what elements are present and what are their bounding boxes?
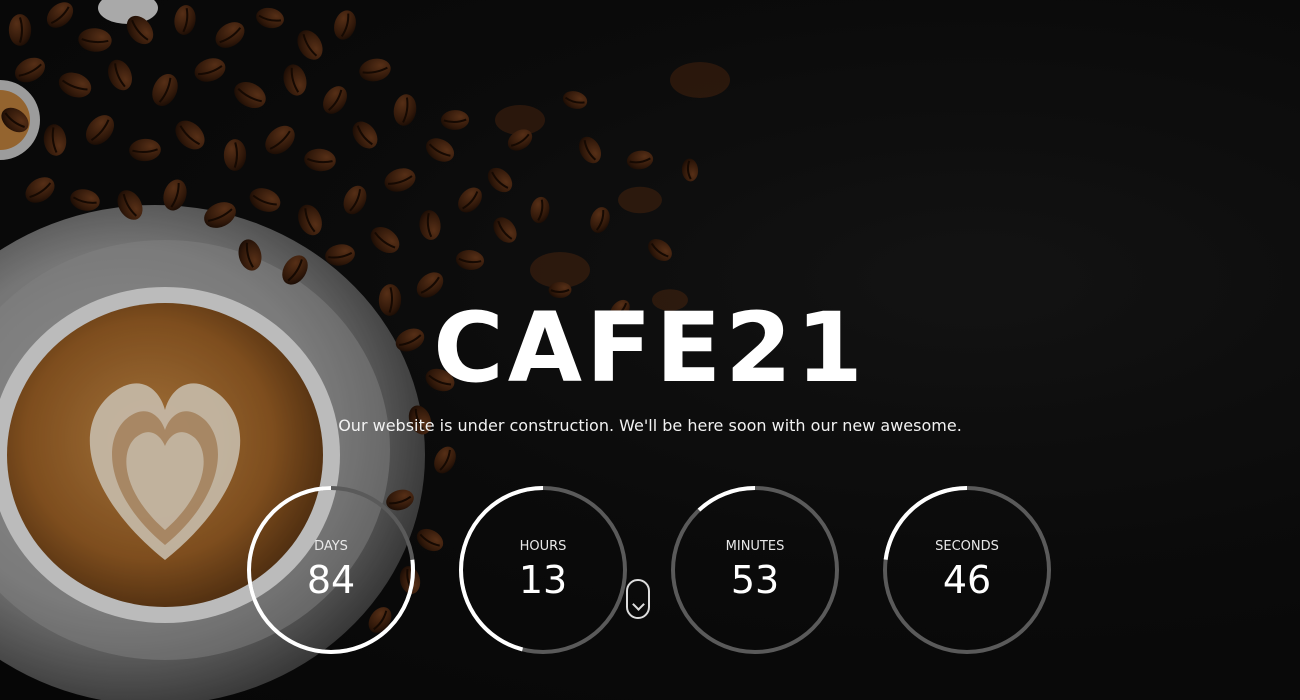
- minutes-value: 53: [730, 558, 780, 602]
- seconds-label: SECONDS: [935, 539, 999, 554]
- days-value: 84: [306, 558, 356, 602]
- seconds-value: 46: [942, 558, 992, 602]
- countdown-seconds: SECONDS 46: [882, 485, 1052, 655]
- countdown-hours: HOURS 13: [458, 485, 628, 655]
- scroll-down-button[interactable]: [626, 579, 650, 619]
- hours-value: 13: [518, 558, 568, 602]
- days-label: DAYS: [314, 539, 348, 554]
- minutes-label: MINUTES: [725, 539, 785, 554]
- site-logo: CAFE21: [433, 292, 867, 404]
- under-construction-message: Our website is under construction. We'll…: [338, 416, 962, 435]
- hours-label: HOURS: [519, 539, 567, 554]
- countdown-days: DAYS 84: [246, 485, 416, 655]
- chevron-down-icon: [632, 598, 645, 611]
- countdown-minutes: MINUTES 53: [670, 485, 840, 655]
- hero-section: CAFE21 Our website is under construction…: [0, 0, 1300, 700]
